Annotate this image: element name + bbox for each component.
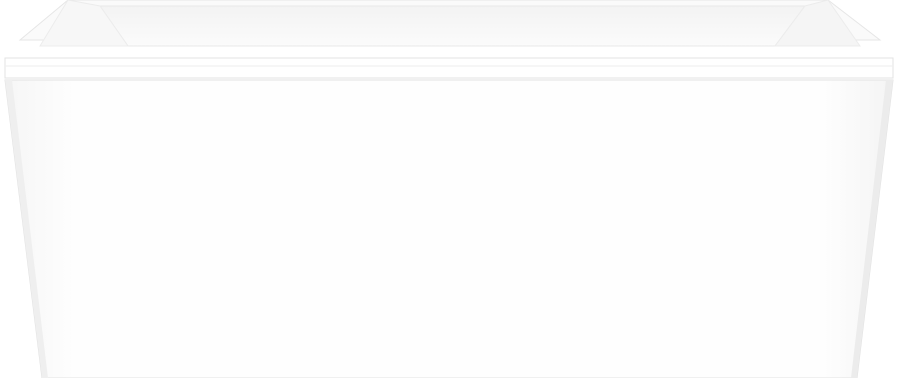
bathtub-top-rim (4, 57, 894, 79)
product-photo (0, 0, 897, 378)
bathtub-front-panel (4, 79, 894, 378)
bathtub-illustration (0, 0, 897, 378)
bathtub-inner-basin (99, 5, 806, 47)
